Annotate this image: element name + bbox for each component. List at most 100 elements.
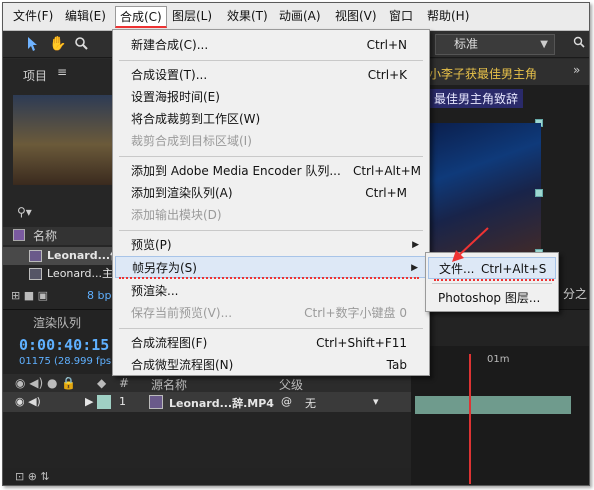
composition-tab-bar: 小李子获最佳男主角 »: [423, 59, 589, 85]
composition-menu: 新建合成(C)... Ctrl+N 合成设置(T)... Ctrl+K 设置海报…: [112, 29, 430, 376]
menu-item-mini-flowchart[interactable]: 合成微型流程图(N) Tab: [115, 354, 427, 376]
menu-item-label: 添加到 Adobe Media Encoder 队列...: [131, 164, 341, 178]
menu-item-label: 预览(P): [131, 238, 172, 252]
col-number[interactable]: #: [119, 376, 129, 390]
project-panel: 项目 ≡ ⚲▾ 名称 Leonard...佳 Leonard...主角 ⊞ ■ …: [3, 59, 123, 309]
menu-item-label: 合成流程图(F): [131, 336, 208, 350]
footage-thumbnail: [13, 95, 117, 185]
project-search-icon[interactable]: ⚲▾: [17, 205, 32, 219]
menu-window[interactable]: 窗口: [385, 6, 417, 28]
menu-item-shortcut: Ctrl+Shift+F11: [316, 336, 407, 350]
menu-item-label: 裁剪合成到目标区域(I): [131, 134, 252, 148]
menu-separator: [119, 230, 423, 231]
workspace-selector[interactable]: 标准 ▼: [435, 34, 555, 55]
menu-file[interactable]: 文件(F): [9, 6, 57, 28]
frame-info: 01175 (28.999 fps): [19, 356, 116, 367]
menu-item-label: 预渲染...: [131, 284, 179, 298]
menu-item-composition-flowchart[interactable]: 合成流程图(F) Ctrl+Shift+F11: [115, 332, 427, 354]
menu-item-set-poster-time[interactable]: 设置海报时间(E): [115, 86, 427, 108]
submenu-item-photoshop-layers[interactable]: Photoshop 图层...: [428, 287, 556, 309]
render-queue-tab[interactable]: 渲染队列: [33, 314, 81, 331]
parent-value[interactable]: 无: [305, 395, 316, 411]
menu-item-trim-to-work-area[interactable]: 将合成裁剪到工作区(W): [115, 108, 427, 130]
menu-item-shortcut: Ctrl+K: [367, 68, 407, 82]
menu-separator: [119, 328, 423, 329]
menu-item-label: 帧另存为(S): [132, 261, 197, 275]
parent-pickwhip-icon[interactable]: @: [281, 395, 292, 408]
chevron-down-icon[interactable]: ▾: [373, 395, 379, 408]
expand-layer-icon[interactable]: ▶: [85, 395, 93, 408]
search-help-icon[interactable]: [569, 36, 589, 52]
highlight-underline: [119, 277, 419, 279]
menu-composition[interactable]: 合成(C): [115, 6, 167, 28]
annotation-arrow-icon: [452, 227, 489, 262]
menu-item-pre-render[interactable]: 预渲染...: [115, 280, 427, 302]
col-parent[interactable]: 父级: [279, 376, 303, 393]
current-time-indicator[interactable]: [469, 354, 471, 484]
footage-icon: [29, 268, 42, 280]
footage-icon: [149, 395, 163, 409]
menu-item-add-to-render-queue[interactable]: 添加到渲染队列(A) Ctrl+M: [115, 182, 427, 204]
menu-item-shortcut: Tab: [386, 358, 407, 372]
menu-item-label: 将合成裁剪到工作区(W): [131, 112, 261, 126]
layer-row[interactable]: ◉ ◀) ▶ 1 Leonard...辞.MP4 @ 无 ▾: [3, 392, 411, 412]
composition-title[interactable]: 小李子获最佳男主角: [429, 65, 537, 82]
layer-number: 1: [119, 395, 126, 408]
submenu-arrow-icon: ▶: [411, 263, 418, 273]
timeline-footer-icons[interactable]: ⊡ ⊕ ⇅: [15, 470, 50, 483]
menu-item-label: 保存当前预览(V)...: [131, 306, 233, 320]
menu-item-composition-settings[interactable]: 合成设置(T)... Ctrl+K: [115, 64, 427, 86]
menu-help[interactable]: 帮助(H): [423, 6, 473, 28]
menu-layer[interactable]: 图层(L): [168, 6, 216, 28]
menu-separator: [119, 60, 423, 61]
panel-expand-icon[interactable]: »: [573, 63, 580, 77]
submenu-item-label: Photoshop 图层...: [438, 291, 541, 305]
layer-duration-bar[interactable]: [415, 396, 571, 414]
menu-item-label: 添加到渲染队列(A): [131, 186, 233, 200]
menu-view[interactable]: 视图(V): [331, 6, 381, 28]
menu-item-shortcut: Ctrl+M: [365, 186, 407, 200]
menu-item-label: 设置海报时间(E): [131, 90, 220, 104]
project-item[interactable]: Leonard...主角: [3, 265, 123, 283]
selection-tool-icon[interactable]: [25, 36, 41, 52]
av-switches-icon[interactable]: ◉ ◀) ● 🔒: [15, 376, 76, 390]
panel-menu-icon[interactable]: ≡: [57, 65, 67, 79]
timeline-track-area[interactable]: 01m: [411, 346, 589, 485]
ruler-label: 01m: [487, 354, 510, 365]
project-tab[interactable]: 项目: [23, 67, 47, 84]
hand-tool-icon[interactable]: ✋: [49, 36, 66, 52]
menu-item-add-to-ame-queue[interactable]: 添加到 Adobe Media Encoder 队列... Ctrl+Alt+M: [115, 160, 427, 182]
menu-item-label: 新建合成(C)...: [131, 38, 209, 52]
chevron-down-icon: ▼: [540, 39, 548, 50]
zoom-tool-icon[interactable]: [73, 36, 89, 52]
menu-item-shortcut: Ctrl+Alt+M: [352, 164, 421, 178]
menu-item-preview[interactable]: 预览(P) ▶: [115, 234, 427, 256]
label-icon[interactable]: ◆: [97, 376, 106, 390]
menu-effect[interactable]: 效果(T): [223, 6, 272, 28]
menu-item-save-current-preview: 保存当前预览(V)... Ctrl+数字小键盘 0: [115, 302, 427, 324]
label-color-icon: [13, 229, 25, 241]
layer-name[interactable]: Leonard...辞.MP4: [169, 395, 274, 411]
menu-edit[interactable]: 编辑(E): [61, 6, 110, 28]
project-footer-icons[interactable]: ⊞ ■ ▣: [11, 289, 48, 302]
menu-separator: [119, 156, 423, 157]
menu-item-shortcut: Ctrl+N: [366, 38, 407, 52]
col-source-name[interactable]: 源名称: [151, 376, 187, 393]
menu-item-label: 合成设置(T)...: [131, 68, 208, 82]
layer-header: ◉ ◀) ● 🔒 ◆ # 源名称 父级: [3, 374, 411, 392]
menu-item-label: 添加输出模块(D): [131, 208, 222, 222]
project-item[interactable]: Leonard...佳: [3, 247, 123, 265]
visibility-icon[interactable]: ◉ ◀): [15, 395, 41, 408]
composition-subtitle: 最佳男主角致辞: [429, 89, 524, 108]
menu-separator: [432, 283, 552, 284]
workspace-label: 标准: [454, 37, 479, 51]
highlight-underline: [434, 279, 554, 281]
menu-item-new-composition[interactable]: 新建合成(C)... Ctrl+N: [115, 34, 427, 56]
menu-animation[interactable]: 动画(A): [275, 6, 325, 28]
menu-item-save-frame-as[interactable]: 帧另存为(S) ▶: [115, 256, 427, 278]
menu-item-shortcut: Ctrl+数字小键盘 0: [304, 306, 407, 320]
layer-label-color[interactable]: [97, 395, 111, 409]
menu-item-label: 合成微型流程图(N): [131, 358, 234, 372]
current-timecode[interactable]: 0:00:40:15: [19, 336, 109, 354]
resize-handle[interactable]: [535, 189, 543, 197]
